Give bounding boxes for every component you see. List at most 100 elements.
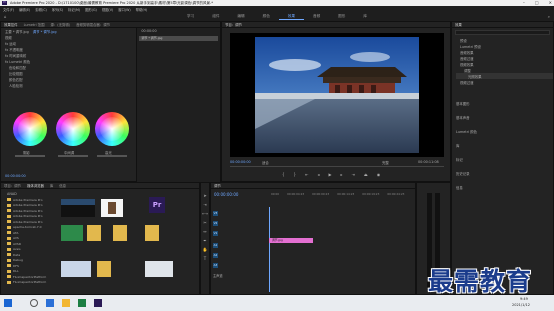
- active-clip-label[interactable]: 调节 * 调节.jpg: [33, 29, 57, 34]
- step-back-icon[interactable]: ◂: [317, 172, 319, 177]
- fit-dropdown[interactable]: 适合: [262, 160, 269, 165]
- tab-media-browser[interactable]: 媒体浏览器: [27, 183, 44, 188]
- thumb-folder-3[interactable]: [145, 225, 159, 241]
- track-v1[interactable]: V1: [211, 229, 271, 237]
- thumb-dark[interactable]: [61, 199, 95, 217]
- menu-view[interactable]: 视图(V): [102, 7, 113, 12]
- tab-libraries[interactable]: 库: [50, 183, 53, 188]
- track-tag[interactable]: V2: [213, 220, 218, 226]
- track-tag[interactable]: A1: [213, 242, 218, 248]
- panel-info[interactable]: 信息: [452, 180, 553, 194]
- highlights-color-wheel[interactable]: [95, 112, 129, 146]
- track-master[interactable]: 主声道: [211, 271, 271, 279]
- panel-lumetri-color[interactable]: Lumetri 颜色: [452, 124, 553, 138]
- thumb-photo-1[interactable]: [61, 261, 91, 277]
- source-clip-label[interactable]: 主要 * 调节.jpg: [5, 29, 29, 34]
- play-icon[interactable]: ▶: [328, 172, 331, 177]
- home-icon[interactable]: ⌂: [4, 14, 7, 19]
- go-to-in-icon[interactable]: ⇤: [305, 172, 308, 177]
- windows-start-icon[interactable]: [4, 299, 12, 307]
- track-a3[interactable]: A3: [211, 261, 271, 269]
- mark-out-icon[interactable]: }: [294, 172, 297, 177]
- tab-project[interactable]: 项目：调节: [4, 183, 21, 188]
- panel-libraries[interactable]: 库: [452, 138, 553, 152]
- folder-item[interactable]: FluxCapacitorPlatform: [3, 280, 57, 286]
- minimize-button[interactable]: –: [523, 0, 525, 5]
- tab-program-monitor[interactable]: 节目：调节: [225, 22, 242, 27]
- menu-edit[interactable]: 编辑(E): [19, 7, 30, 12]
- hand-tool-icon[interactable]: ✋: [203, 247, 208, 252]
- track-select-tool-icon[interactable]: ⇥: [203, 202, 206, 207]
- tab-info[interactable]: 信息: [59, 183, 66, 188]
- tab-source[interactable]: 源：(无剪辑): [50, 22, 70, 27]
- track-tag[interactable]: A2: [213, 252, 218, 258]
- effect-timecode[interactable]: 00:00:00:00: [5, 174, 26, 178]
- panel-history[interactable]: 历史记录: [452, 166, 553, 180]
- workspace-color[interactable]: 颜色: [254, 14, 279, 19]
- menu-clip[interactable]: 剪辑(C): [35, 7, 46, 12]
- premiere-project-icon[interactable]: Pr: [149, 197, 165, 213]
- workspace-assembly[interactable]: 组件: [203, 14, 228, 19]
- type-tool-icon[interactable]: T: [204, 256, 206, 261]
- playhead-line[interactable]: [269, 207, 270, 292]
- step-forward-icon[interactable]: ▸: [341, 172, 343, 177]
- highlights-slider[interactable]: [97, 155, 127, 157]
- go-to-out-icon[interactable]: ⇥: [352, 172, 355, 177]
- close-button[interactable]: ✕: [549, 0, 552, 5]
- premiere-taskbar-icon[interactable]: [94, 299, 102, 307]
- workspace-learn[interactable]: 学习: [178, 14, 203, 19]
- selection-tool-icon[interactable]: ➤: [203, 193, 206, 198]
- panel-essential-graphics[interactable]: 基本图形: [452, 96, 553, 110]
- slip-tool-icon[interactable]: ↔: [203, 229, 206, 234]
- clock-date[interactable]: 2021/1/12: [512, 303, 530, 307]
- timeline-ruler[interactable]: 00:00 00:00:04:23 00:00:09:23 00:00:14:2…: [271, 192, 411, 198]
- timeline-timecode[interactable]: 00:00:00:00: [214, 192, 238, 197]
- workspace-effects[interactable]: 效果: [278, 14, 304, 20]
- quality-dropdown[interactable]: 完整: [382, 160, 389, 165]
- workspace-graphics[interactable]: 图形: [329, 14, 354, 19]
- menu-window[interactable]: 窗口(W): [118, 7, 130, 12]
- thumb-green[interactable]: [61, 225, 83, 241]
- track-tag[interactable]: V1: [213, 230, 218, 236]
- tab-timeline[interactable]: 调节: [214, 183, 221, 188]
- thumb-photo-2[interactable]: [145, 261, 173, 277]
- thumb-folder-4[interactable]: [97, 261, 111, 277]
- browser-icon[interactable]: [78, 299, 86, 307]
- workspace-audio[interactable]: 音频: [304, 14, 329, 19]
- thumb-folder-2[interactable]: [113, 225, 127, 241]
- track-tag[interactable]: A3: [213, 262, 218, 268]
- shadows-color-wheel[interactable]: [13, 112, 47, 146]
- effects-search-input[interactable]: [455, 30, 550, 35]
- tab-effect-controls[interactable]: 效果控件: [4, 22, 18, 27]
- search-icon[interactable]: [30, 299, 38, 307]
- pen-tool-icon[interactable]: ✒: [203, 238, 206, 243]
- task-view-icon[interactable]: [46, 299, 54, 307]
- tab-lumetri-scopes[interactable]: Lumetri 范围: [24, 22, 45, 27]
- maximize-button[interactable]: □: [535, 0, 539, 5]
- menu-graphics[interactable]: 图形(G): [85, 7, 97, 12]
- panel-essential-sound[interactable]: 基本声音: [452, 110, 553, 124]
- menu-marker[interactable]: 标记(M): [68, 7, 80, 12]
- tab-audio-mixer[interactable]: 音频剪辑混合器：调节: [76, 22, 110, 27]
- ripple-edit-tool-icon[interactable]: ⟷: [202, 211, 208, 216]
- export-frame-icon[interactable]: ◉: [377, 172, 381, 177]
- effects-item-video-transitions[interactable]: 视频过渡: [456, 79, 553, 85]
- clock-time[interactable]: 9:49: [520, 297, 528, 301]
- midtones-color-wheel[interactable]: [56, 112, 90, 146]
- thumb-folder-1[interactable]: [87, 225, 101, 241]
- menu-help[interactable]: 帮助(H): [136, 7, 148, 12]
- panel-markers[interactable]: 标记: [452, 152, 553, 166]
- playhead-bar[interactable]: [230, 166, 444, 167]
- track-a1[interactable]: A1: [211, 241, 271, 249]
- workspace-editing[interactable]: 编辑: [228, 14, 253, 19]
- shadows-slider[interactable]: [15, 155, 45, 157]
- mini-clip-bar[interactable]: 调节 * 调节.jpg: [139, 36, 218, 41]
- razor-tool-icon[interactable]: ✂: [203, 220, 206, 225]
- row-face-detection[interactable]: 人脸检测: [1, 82, 136, 88]
- midtones-slider[interactable]: [58, 155, 88, 157]
- timeline-clip[interactable]: 调节.jpg: [269, 238, 313, 243]
- program-timecode[interactable]: 00:00:00:00: [230, 160, 251, 164]
- mark-in-icon[interactable]: {: [282, 172, 285, 177]
- track-v2[interactable]: V2: [211, 219, 271, 227]
- track-tag[interactable]: V3: [213, 210, 218, 216]
